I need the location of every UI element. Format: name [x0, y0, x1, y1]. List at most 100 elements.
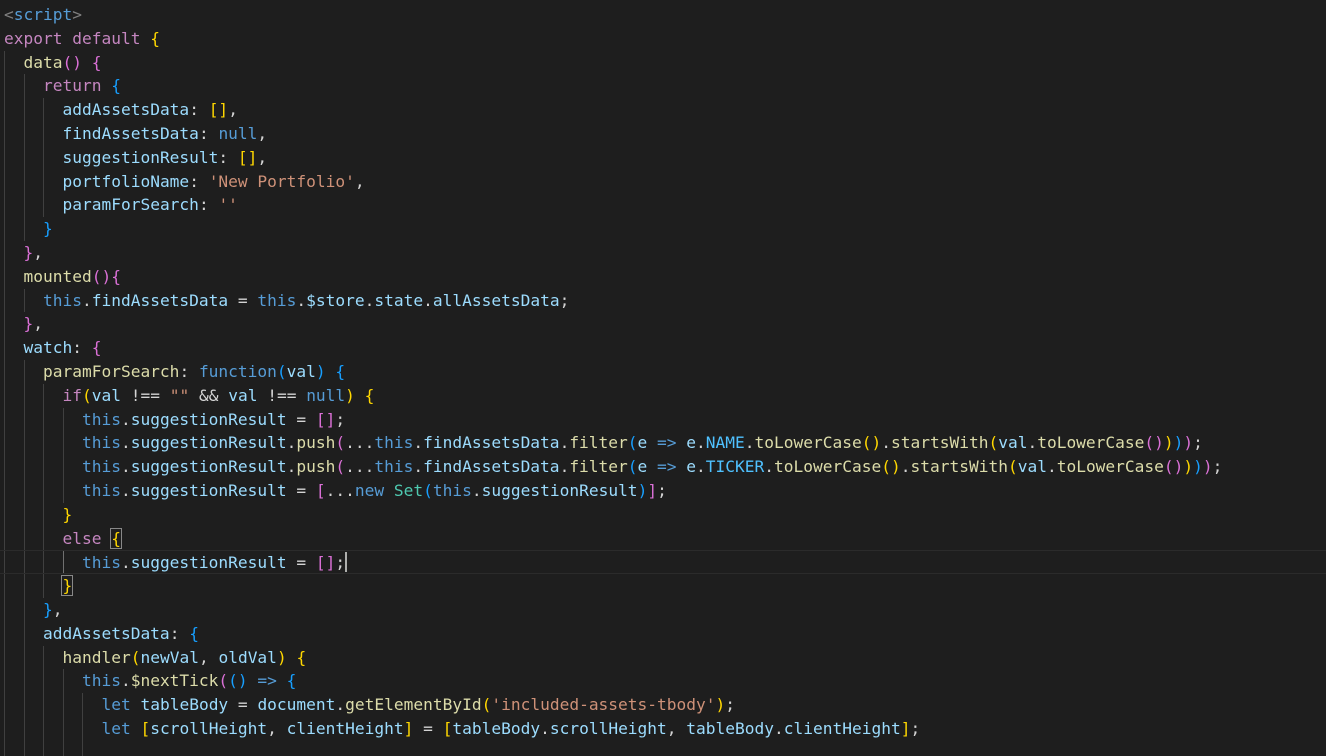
code-token: ()	[1144, 433, 1164, 453]
code-line[interactable]: this.$nextTick(() => {	[0, 669, 1326, 694]
code-line[interactable]: portfolioName: 'New Portfolio',	[0, 169, 1326, 194]
code-token: ,	[354, 171, 365, 191]
code-line[interactable]: this.findAssetsData = this.$store.state.…	[0, 288, 1326, 313]
code-line[interactable]: return {	[0, 74, 1326, 99]
code-token: suggestionResult	[130, 433, 287, 453]
code-token: script	[13, 5, 73, 24]
indent-guide	[23, 193, 25, 218]
code-token: new	[354, 480, 385, 500]
code-line[interactable]: },	[0, 240, 1326, 265]
indent-guide	[23, 669, 25, 694]
code-line[interactable]: findAssetsData: null,	[0, 121, 1326, 146]
code-token: =	[413, 718, 443, 738]
code-line[interactable]: this.suggestionResult.push(...this.findA…	[0, 431, 1326, 456]
indent-guide	[23, 455, 25, 479]
indent-guide	[4, 551, 5, 574]
code-line[interactable]: paramForSearch: ''	[0, 193, 1326, 218]
code-line[interactable]: }	[0, 502, 1326, 527]
code-token: getElementById	[345, 695, 482, 715]
indent-guide	[23, 74, 25, 99]
code-line[interactable]: <script>	[0, 3, 1326, 27]
code-line[interactable]: },	[0, 312, 1326, 337]
code-token: !==	[120, 385, 170, 405]
code-area[interactable]: <script> export default { data() { return…	[0, 3, 1326, 756]
code-token: .	[696, 457, 706, 477]
code-token: :	[198, 195, 219, 215]
code-token: filter	[569, 433, 628, 453]
code-token: filter	[569, 457, 628, 477]
code-token: Set	[393, 480, 424, 500]
indent-guide	[82, 693, 84, 717]
code-line[interactable]: this.suggestionResult = [];	[0, 550, 1326, 575]
indent-guide	[43, 669, 45, 694]
code-token: ;	[725, 695, 736, 715]
indent-guide	[43, 478, 45, 503]
code-token: allAssetsData	[432, 290, 560, 310]
code-line[interactable]: else {	[0, 526, 1326, 551]
code-line[interactable]: let tableBody = document.getElementById(…	[0, 693, 1326, 717]
code-line[interactable]: if(val !== "" && val !== null) {	[0, 383, 1326, 408]
code-token: (	[481, 695, 492, 715]
indent-guide	[4, 740, 5, 756]
code-line[interactable]: export default {	[0, 27, 1326, 51]
indent-guide	[4, 645, 5, 670]
code-line[interactable]: this.suggestionResult = [];	[0, 407, 1326, 432]
indent-guide	[4, 597, 5, 622]
code-editor[interactable]: <script> export default { data() { return…	[0, 0, 1326, 756]
code-token: ]	[403, 718, 414, 738]
code-token: .	[413, 433, 424, 453]
code-line[interactable]: let [scrollHeight, clientHeight] = [tabl…	[0, 716, 1326, 741]
code-token: )	[1193, 457, 1203, 477]
code-token: ()	[62, 52, 82, 72]
code-token: ,	[52, 599, 63, 619]
code-token: .	[413, 457, 424, 477]
indent-guide	[4, 145, 5, 170]
code-token: }	[42, 219, 53, 239]
code-line[interactable]: }	[0, 574, 1326, 598]
code-line[interactable]: this.suggestionResult = [...new Set(this…	[0, 478, 1326, 503]
code-token: findAssetsData	[423, 457, 560, 477]
code-line[interactable]: }	[0, 217, 1326, 241]
code-token: (	[81, 385, 92, 405]
indent-guide	[62, 740, 64, 756]
code-token: push	[296, 433, 336, 453]
code-line[interactable]: this.suggestionResult.push(...this.findA…	[0, 455, 1326, 479]
code-token: val	[91, 385, 121, 405]
code-token: .	[696, 433, 706, 453]
code-line[interactable]: watch: {	[0, 336, 1326, 360]
code-line[interactable]: suggestionResult: [],	[0, 145, 1326, 170]
code-line[interactable]: addAssetsData: {	[0, 621, 1326, 646]
code-line[interactable]: handler(newVal, oldVal) {	[0, 645, 1326, 670]
code-token: {	[91, 338, 102, 358]
code-token: $store	[306, 290, 365, 310]
code-token: .	[296, 290, 307, 310]
code-token: []	[315, 553, 336, 573]
indent-guide	[23, 169, 25, 194]
code-line[interactable]: addAssetsData: [],	[0, 98, 1326, 122]
code-line[interactable]: mounted(){	[0, 264, 1326, 289]
indent-guide	[4, 169, 5, 194]
code-line[interactable]: data() {	[0, 50, 1326, 75]
code-line[interactable]	[0, 740, 1326, 756]
indent-guide	[4, 288, 5, 313]
code-token: .	[540, 718, 550, 738]
code-token: val	[228, 385, 258, 405]
code-token: portfolioName	[62, 171, 190, 191]
code-token: push	[296, 457, 336, 477]
indent-guide	[23, 288, 25, 313]
code-token: .	[81, 290, 92, 310]
indent-guide	[4, 502, 5, 527]
code-token: watch	[23, 338, 73, 358]
code-token: tableBody	[140, 695, 229, 715]
code-line[interactable]: },	[0, 597, 1326, 622]
indent-guide	[62, 551, 64, 574]
code-line[interactable]: paramForSearch: function(val) {	[0, 359, 1326, 384]
